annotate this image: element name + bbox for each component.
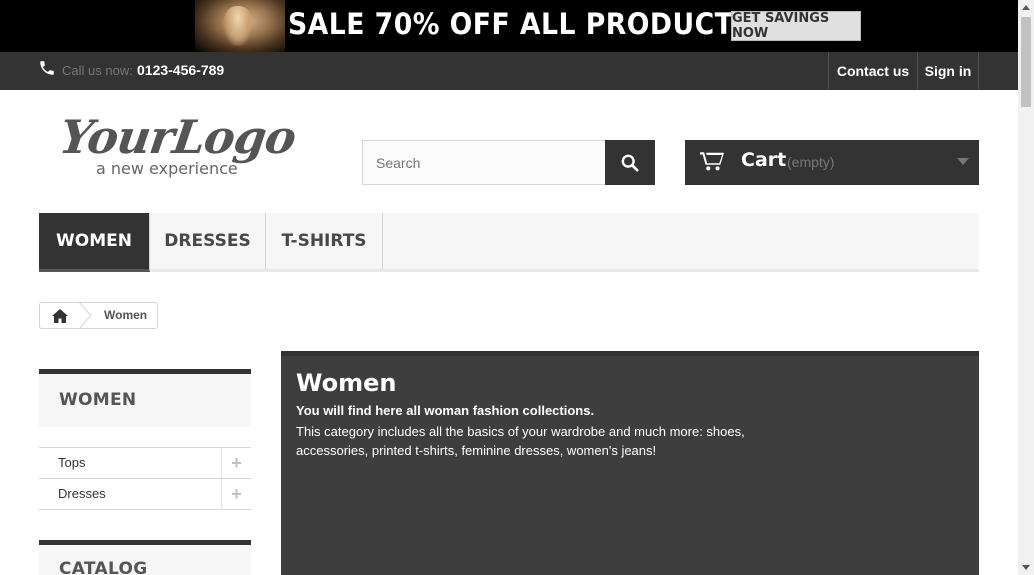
sidebar-item-label[interactable]: Tops <box>58 455 85 470</box>
breadcrumb-home-link[interactable] <box>40 303 80 328</box>
page-scrollbar[interactable] <box>1018 0 1034 575</box>
logo-wordmark: YourLogo <box>56 110 299 164</box>
sidebar-item-label[interactable]: Dresses <box>58 486 106 501</box>
menu-item-women[interactable]: WOMEN <box>39 213 150 272</box>
category-description-panel: Women You will find here all woman fashi… <box>281 351 979 575</box>
cart-label: Cart <box>741 149 787 171</box>
cart-status: (empty) <box>787 154 835 170</box>
scroll-thumb[interactable] <box>1021 17 1031 107</box>
search-icon <box>621 154 639 172</box>
breadcrumb: Women <box>39 302 158 329</box>
expand-icon[interactable]: + <box>221 479 251 509</box>
sidebar-item-dresses[interactable]: Dresses + <box>39 479 251 510</box>
search-button[interactable] <box>605 140 655 185</box>
site-logo[interactable]: YourLogo a new experience <box>56 110 300 185</box>
search-input[interactable] <box>363 141 606 184</box>
scroll-up-icon[interactable] <box>1022 5 1030 10</box>
sidebar-catalog-block: CATALOG <box>39 540 251 575</box>
cart-icon <box>700 152 724 171</box>
menu-item-dresses[interactable]: DRESSES <box>150 213 266 269</box>
chevron-down-icon <box>957 158 969 165</box>
category-title: Women <box>296 369 397 397</box>
scroll-down-icon[interactable] <box>1022 565 1030 570</box>
sidebar-women-block: WOMEN <box>39 369 251 427</box>
breadcrumb-separator <box>78 302 92 329</box>
expand-icon[interactable]: + <box>221 448 251 478</box>
top-nav-bar: Call us now: 0123-456-789 Contact us Sig… <box>0 52 1018 90</box>
cart-button[interactable]: Cart (empty) <box>685 140 979 185</box>
logo-tagline: a new experience <box>96 159 238 178</box>
sidebar-women-title: WOMEN <box>59 390 137 410</box>
phone-number: 0123-456-789 <box>137 62 225 78</box>
breadcrumb-current: Women <box>104 308 148 322</box>
promo-model-image <box>195 0 285 52</box>
get-savings-button[interactable]: GET SAVINGS NOW <box>731 11 861 41</box>
menu-item-tshirts[interactable]: T-SHIRTS <box>266 213 383 269</box>
sidebar-category-list: Tops + Dresses + <box>39 447 251 510</box>
category-subtitle: You will find here all woman fashion col… <box>296 403 595 418</box>
main-menu: WOMEN DRESSES T-SHIRTS <box>39 213 979 272</box>
search-box <box>362 140 655 185</box>
promo-banner[interactable]: SALE 70% OFF ALL PRODUCTS GET SAVINGS NO… <box>0 0 1018 52</box>
home-icon <box>52 308 68 323</box>
category-description: This category includes all the basics of… <box>296 424 745 458</box>
sign-in-link[interactable]: Sign in <box>917 52 979 90</box>
sidebar-item-tops[interactable]: Tops + <box>39 448 251 479</box>
phone-icon <box>40 61 54 75</box>
call-us-label: Call us now: <box>62 63 133 78</box>
promo-text: SALE 70% OFF ALL PRODUCTS <box>288 7 753 41</box>
contact-us-link[interactable]: Contact us <box>828 52 917 90</box>
sidebar-catalog-title: CATALOG <box>59 559 148 575</box>
